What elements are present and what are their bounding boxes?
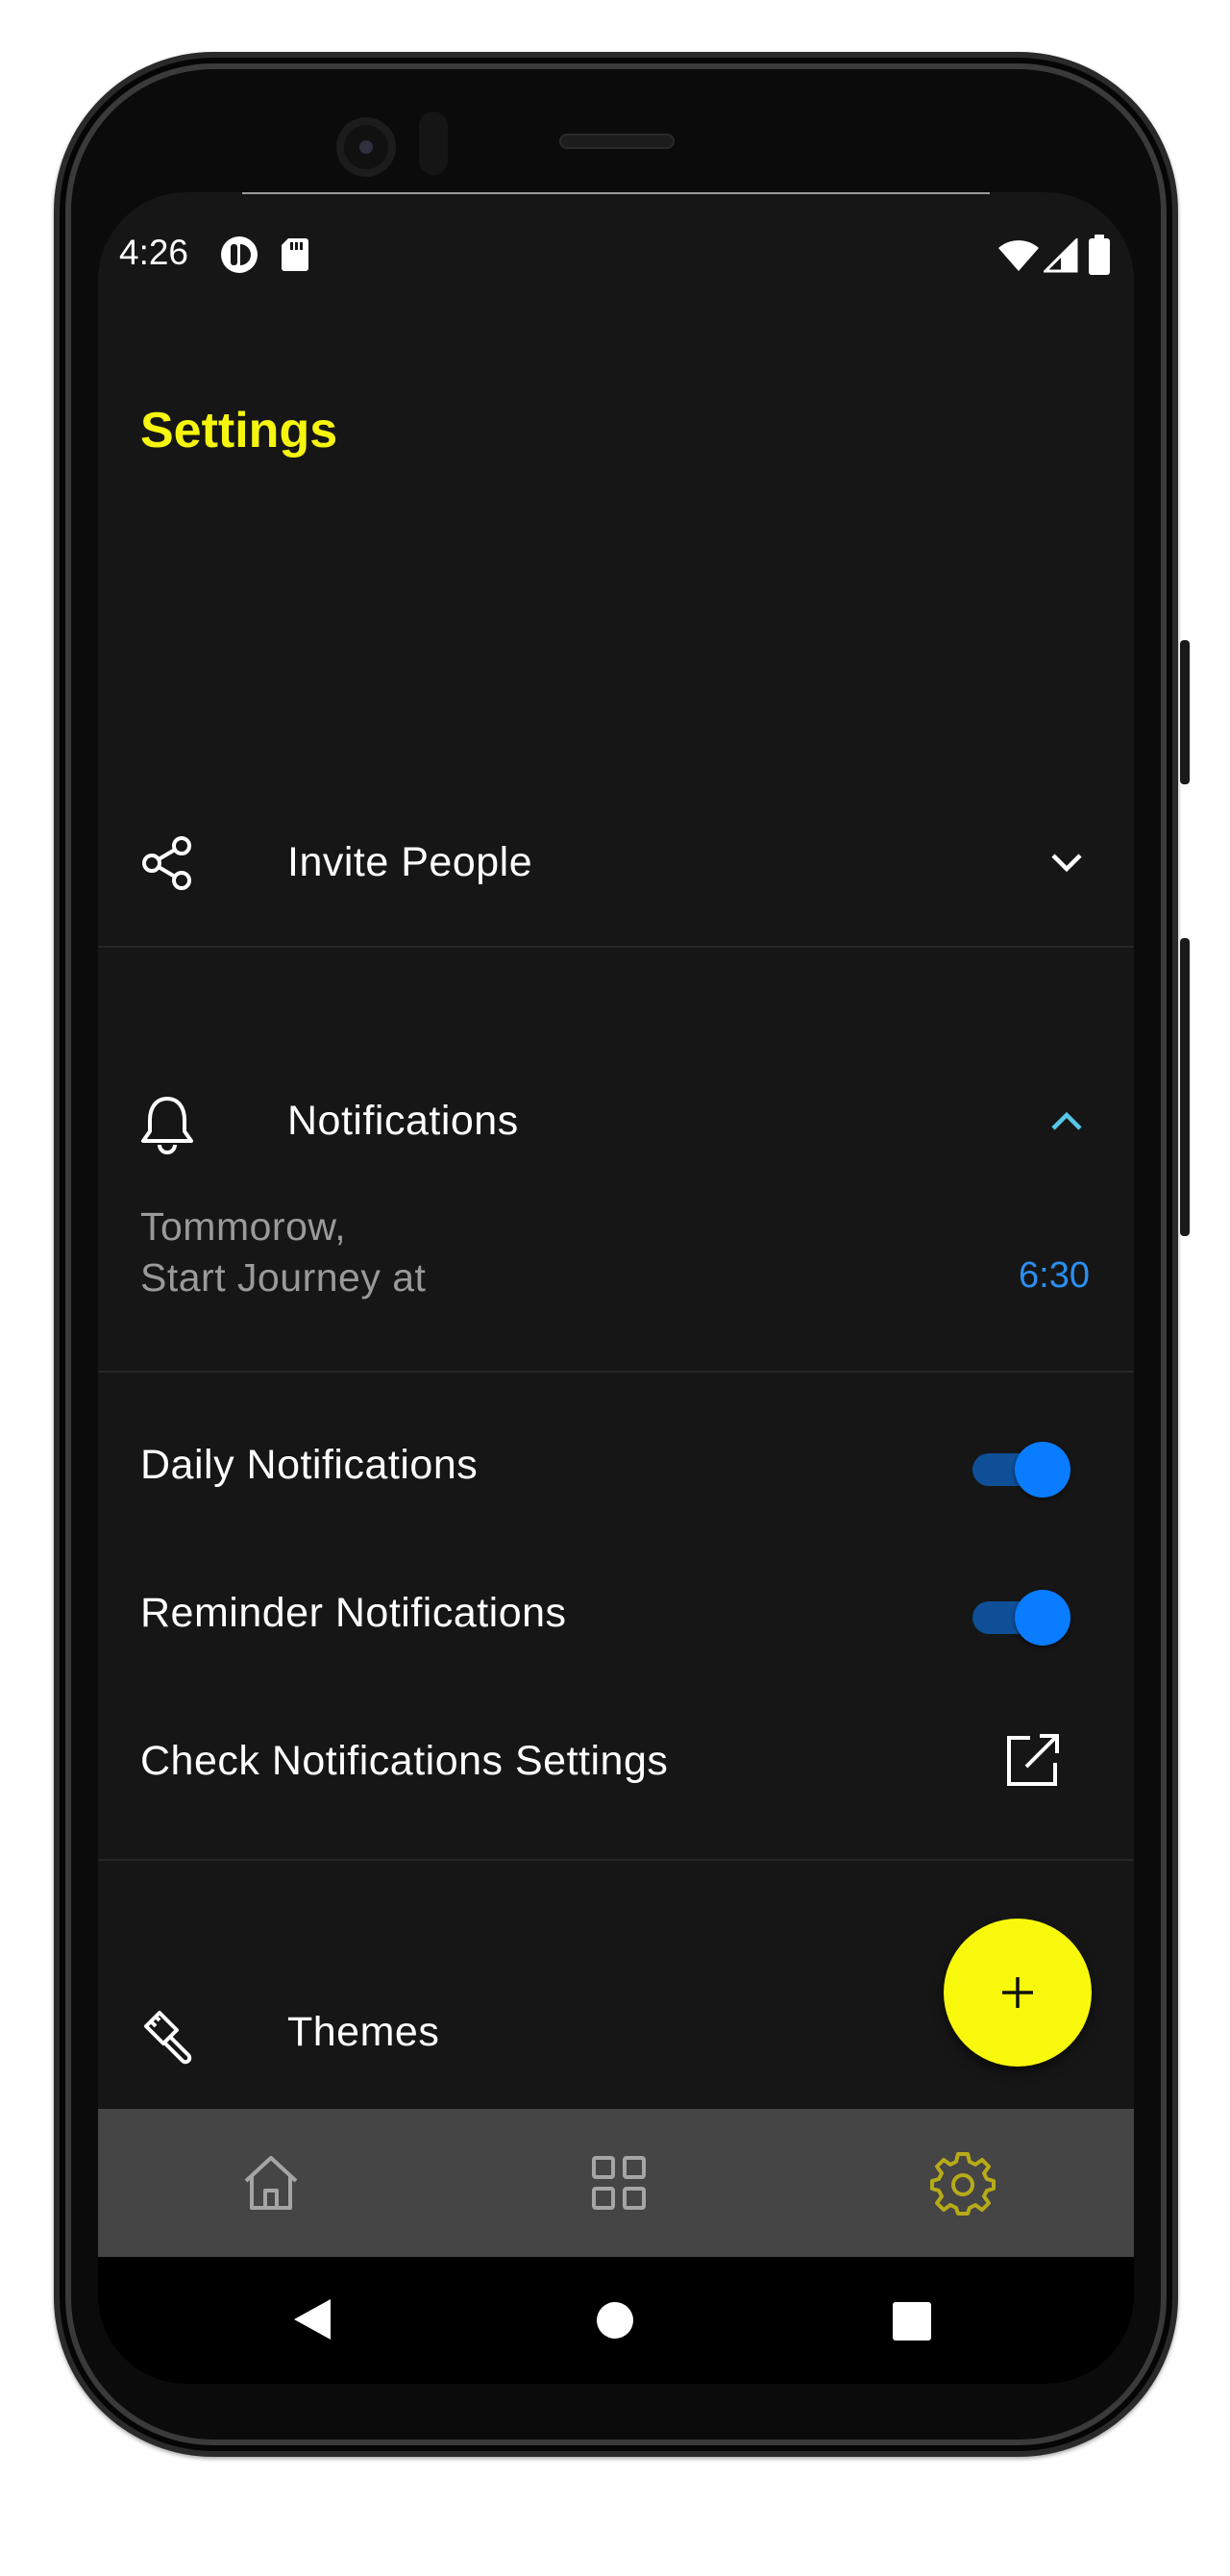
schedule-time[interactable]: 6:30	[1019, 1255, 1090, 1297]
bottom-navigation	[98, 2109, 1134, 2257]
themes-label: Themes	[287, 2009, 440, 2055]
volume-button	[1180, 640, 1190, 784]
divider	[98, 1371, 1134, 1373]
daily-notifications-row: Daily Notifications	[98, 1411, 1134, 1526]
external-link-icon[interactable]	[1005, 1732, 1061, 1788]
recents-icon[interactable]	[892, 2301, 932, 2341]
paint-brush-icon	[144, 2011, 192, 2065]
add-fab-button[interactable]	[944, 1919, 1092, 2067]
bell-icon	[141, 1097, 193, 1154]
sd-card-icon	[282, 238, 308, 271]
grid-icon[interactable]	[588, 2152, 650, 2214]
toggle-thumb	[1015, 1590, 1070, 1646]
wifi-icon	[998, 240, 1039, 271]
invite-people-row[interactable]: Invite People	[98, 779, 1134, 942]
reminder-notifications-toggle[interactable]	[972, 1588, 1070, 1646]
notifications-label: Notifications	[287, 1098, 519, 1144]
page-title: Settings	[140, 403, 338, 458]
chevron-up-icon[interactable]	[1049, 1110, 1084, 1133]
schedule-line-1: Tommorow,	[140, 1204, 347, 1249]
share-icon	[142, 836, 191, 890]
proximity-sensor	[419, 111, 448, 175]
home-icon[interactable]	[240, 2152, 302, 2214]
front-camera	[336, 117, 396, 177]
invite-people-label: Invite People	[287, 839, 533, 885]
earpiece-speaker	[559, 134, 675, 149]
check-notifications-settings-label: Check Notifications Settings	[140, 1738, 669, 1784]
chevron-down-icon[interactable]	[1049, 851, 1084, 874]
reminder-notifications-label: Reminder Notifications	[140, 1590, 567, 1636]
divider	[98, 1859, 1134, 1861]
toggle-thumb	[1015, 1442, 1070, 1498]
status-bar: 4:26	[98, 231, 1134, 288]
gear-icon[interactable]	[930, 2150, 996, 2216]
schedule-line-2: Start Journey at	[140, 1255, 427, 1300]
check-notifications-settings-row[interactable]: Check Notifications Settings	[98, 1707, 1134, 1822]
signal-icon	[1044, 238, 1078, 273]
daily-notifications-label: Daily Notifications	[140, 1442, 479, 1488]
plus-icon	[1002, 1977, 1033, 2008]
status-time: 4:26	[119, 233, 189, 272]
reminder-notifications-row: Reminder Notifications	[98, 1559, 1134, 1674]
app-notification-icon	[221, 236, 258, 273]
divider	[98, 946, 1134, 948]
system-navigation-bar	[98, 2257, 1134, 2384]
notifications-row[interactable]: Notifications	[98, 1053, 1134, 1216]
back-icon[interactable]	[292, 2297, 332, 2341]
power-button	[1180, 938, 1190, 1236]
app-screen: 4:26 Settings Invite People Notification…	[98, 192, 1134, 2384]
daily-notifications-toggle[interactable]	[972, 1440, 1070, 1498]
screen-edge	[242, 192, 990, 194]
schedule-text: Tommorow, Start Journey at	[140, 1201, 426, 1303]
home-button-icon[interactable]	[596, 2301, 634, 2340]
battery-icon	[1089, 235, 1110, 275]
